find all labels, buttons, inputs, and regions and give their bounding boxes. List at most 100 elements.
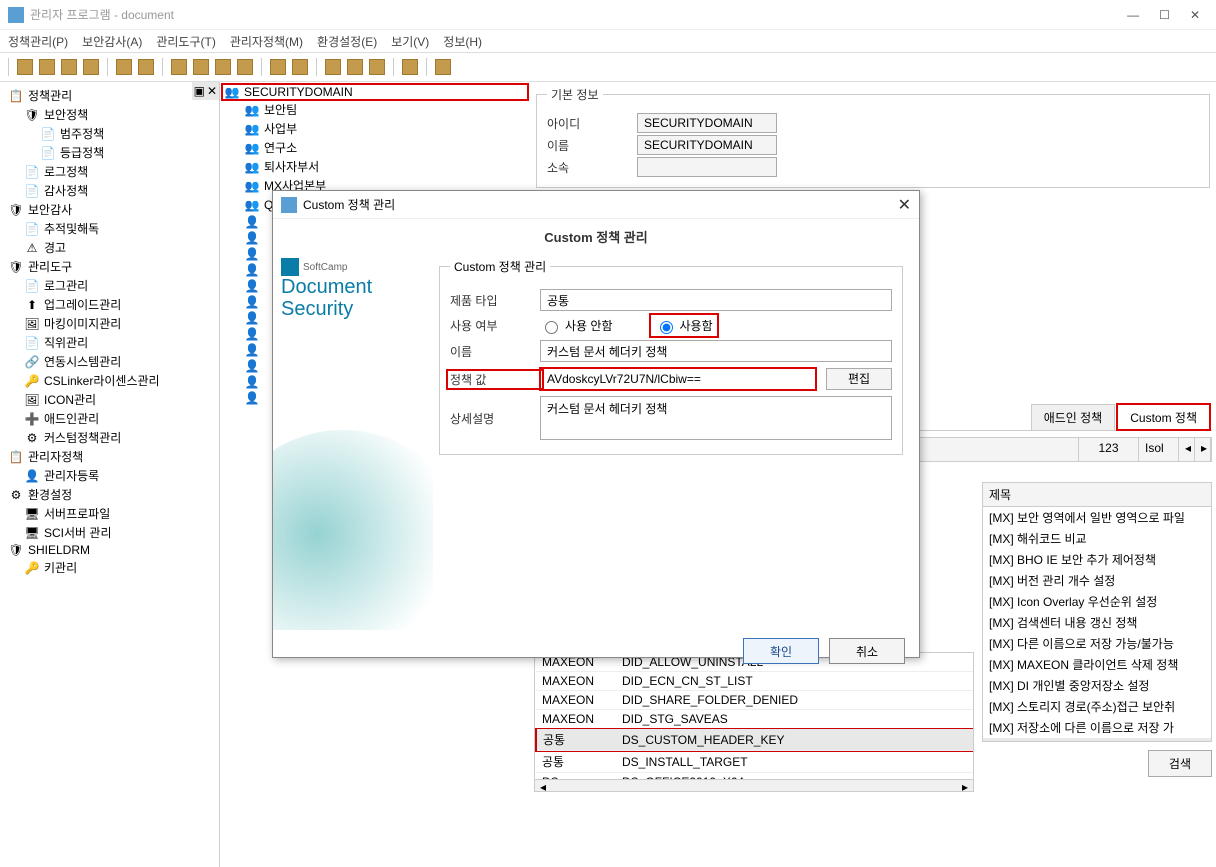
toolbar-button[interactable] [193, 59, 209, 75]
list-item[interactable]: [MX] 검색센터 내용 갱신 정책 [983, 612, 1211, 633]
org-dept[interactable]: 👥보안팀 [222, 100, 528, 119]
toolbar-button[interactable] [292, 59, 308, 75]
ok-button[interactable]: 확인 [743, 638, 819, 664]
nav-item[interactable]: 📋정책관리 [4, 86, 215, 105]
toolbar-button[interactable] [270, 59, 286, 75]
nav-item[interactable]: 📄감사정책 [4, 181, 215, 200]
toolbar-button[interactable] [17, 59, 33, 75]
table-row[interactable]: 공통DS_INSTALL_TARGET [536, 751, 973, 773]
list-item[interactable]: [MX] 다른 이름으로 저장 가능/불가능 [983, 633, 1211, 654]
org-root[interactable]: 👥 SECURITYDOMAIN [222, 84, 528, 100]
toolbar-button[interactable] [369, 59, 385, 75]
toolbar-button[interactable] [402, 59, 418, 75]
list-item[interactable]: [MX] 저장소에 다른 이름으로 저장 가 [983, 717, 1211, 738]
nav-item[interactable]: 👤관리자등록 [4, 466, 215, 485]
use-on-radio[interactable]: 사용함 [653, 317, 715, 334]
cancel-button[interactable]: 취소 [829, 638, 905, 664]
toolbar-button[interactable] [61, 59, 77, 75]
list-item[interactable]: [MX] Icon Overlay 우선순위 설정 [983, 591, 1211, 612]
nav-item[interactable]: 🛡보안정책 [4, 105, 215, 124]
nav-item[interactable]: 📄로그정책 [4, 162, 215, 181]
nav-item[interactable]: 🖥서버프로파일 [4, 504, 215, 523]
table-row[interactable]: MAXEONDID_SHARE_FOLDER_DENIED [536, 691, 973, 710]
table-row[interactable]: 공통DS_CUSTOM_HEADER_KEY [536, 729, 973, 751]
close-button[interactable]: ✕ [1190, 8, 1200, 22]
nav-item[interactable]: 📄범주정책 [4, 124, 215, 143]
menu-item[interactable]: 환경설정(E) [317, 33, 377, 50]
use-off-radio[interactable]: 사용 안함 [540, 317, 613, 334]
menu-item[interactable]: 정보(H) [443, 33, 482, 50]
pvalue-value[interactable]: AVdoskcyLVr72U7N/lCbiw== [540, 368, 816, 390]
nav-item[interactable]: ⚙환경설정 [4, 485, 215, 504]
nav-item[interactable]: 🛡관리도구 [4, 257, 215, 276]
nav-label: 직위관리 [44, 334, 88, 351]
toolbar-button[interactable] [83, 59, 99, 75]
grid-col[interactable]: Isol [1139, 438, 1179, 461]
toolbar-button[interactable] [325, 59, 341, 75]
edit-button[interactable]: 편집 [826, 368, 892, 390]
nav-item[interactable]: 🔗연동시스템관리 [4, 352, 215, 371]
dialog-close-button[interactable]: ✕ [898, 195, 911, 215]
menu-item[interactable]: 관리자정책(M) [230, 33, 303, 50]
list-item[interactable]: [MX] 스토리지 경로(주소)접근 보안취 [983, 696, 1211, 717]
nav-item[interactable]: 🛡보안감사 [4, 200, 215, 219]
minimize-button[interactable]: — [1127, 8, 1139, 22]
tab-custom[interactable]: Custom 정책 [1117, 404, 1210, 430]
policy-list[interactable]: 제목 [MX] 보안 영역에서 일반 영역으로 파일[MX] 해쉬코드 비교[M… [982, 482, 1212, 742]
toolbar-button[interactable] [215, 59, 231, 75]
nav-item[interactable]: 🔑키관리 [4, 558, 215, 577]
org-dept[interactable]: 👥퇴사자부서 [222, 157, 528, 176]
nav-item[interactable]: ⚠경고 [4, 238, 215, 257]
nav-item[interactable]: 🖼ICON관리 [4, 390, 215, 409]
field-value: SECURITYDOMAIN [637, 113, 777, 133]
menu-item[interactable]: 관리도구(T) [156, 33, 215, 50]
menu-item[interactable]: 보안감사(A) [82, 33, 142, 50]
nav-item[interactable]: 📄추적및해독 [4, 219, 215, 238]
tab-addin[interactable]: 애드인 정책 [1031, 404, 1116, 430]
menu-item[interactable]: 보기(V) [391, 33, 429, 50]
list-item[interactable]: [MX] MAXEON 클라이언트 삭제 정책 [983, 654, 1211, 675]
nav-item[interactable]: 🔑CSLinker라이센스관리 [4, 371, 215, 390]
nav-item[interactable]: 📄로그관리 [4, 276, 215, 295]
maximize-button[interactable]: ☐ [1159, 8, 1170, 22]
toolbar-button[interactable] [138, 59, 154, 75]
org-dept[interactable]: 👥연구소 [222, 138, 528, 157]
org-dept[interactable]: 👥사업부 [222, 119, 528, 138]
nav-item[interactable]: ⬆업그레이드관리 [4, 295, 215, 314]
toolbar-button[interactable] [435, 59, 451, 75]
table-row[interactable]: MAXEONDID_ECN_CN_ST_LIST [536, 672, 973, 691]
pane-handle[interactable]: ▣✕ [192, 82, 219, 100]
list-item[interactable]: [MX] DI 개인별 중앙저장소 설정 [983, 675, 1211, 696]
grid-scroll-left[interactable]: ◂ [1179, 438, 1195, 461]
toolbar [0, 52, 1216, 82]
toolbar-button[interactable] [116, 59, 132, 75]
grid-scroll-right[interactable]: ▸ [1195, 438, 1211, 461]
list-item[interactable]: [MX] 보안 영역에서 일반 영역으로 파일 [983, 507, 1211, 528]
nav-item[interactable]: 📋관리자정책 [4, 447, 215, 466]
nav-item[interactable]: ➕애드인관리 [4, 409, 215, 428]
nav-item[interactable]: 📄등급정책 [4, 143, 215, 162]
toolbar-button[interactable] [347, 59, 363, 75]
policy-table[interactable]: MAXEONDID_ALLOW_UNINSTALLMAXEONDID_ECN_C… [534, 652, 974, 792]
user-icon: 👤 [244, 295, 260, 309]
list-item[interactable]: [MX] BHO IE 보안 추가 제어정책 [983, 549, 1211, 570]
group-icon: 👥 [244, 198, 260, 212]
nav-item[interactable]: ⚙커스텀정책관리 [4, 428, 215, 447]
search-button[interactable]: 검색 [1148, 750, 1212, 777]
list-item[interactable]: [MX] 해쉬코드 비교 [983, 528, 1211, 549]
hscroll-left[interactable]: ◂ [535, 780, 551, 791]
hscroll-right[interactable]: ▸ [957, 780, 973, 791]
table-row[interactable]: MAXEONDID_STG_SAVEAS [536, 710, 973, 729]
toolbar-button[interactable] [237, 59, 253, 75]
basic-info-legend: 기본 정보 [547, 86, 603, 103]
menu-item[interactable]: 정책관리(P) [8, 33, 68, 50]
toolbar-button[interactable] [39, 59, 55, 75]
list-item[interactable]: [MX] 버전 관리 개수 설정 [983, 570, 1211, 591]
nav-item[interactable]: 🛡SHIELDRM [4, 542, 215, 558]
nav-item[interactable]: 📄직위관리 [4, 333, 215, 352]
nav-item[interactable]: 🖥SCI서버 관리 [4, 523, 215, 542]
toolbar-button[interactable] [171, 59, 187, 75]
nav-item[interactable]: 🖼마킹이미지관리 [4, 314, 215, 333]
list-item[interactable]: 커스텀 문서 헤더키 정책 [983, 738, 1211, 742]
grid-col[interactable]: 123 [1079, 438, 1139, 461]
